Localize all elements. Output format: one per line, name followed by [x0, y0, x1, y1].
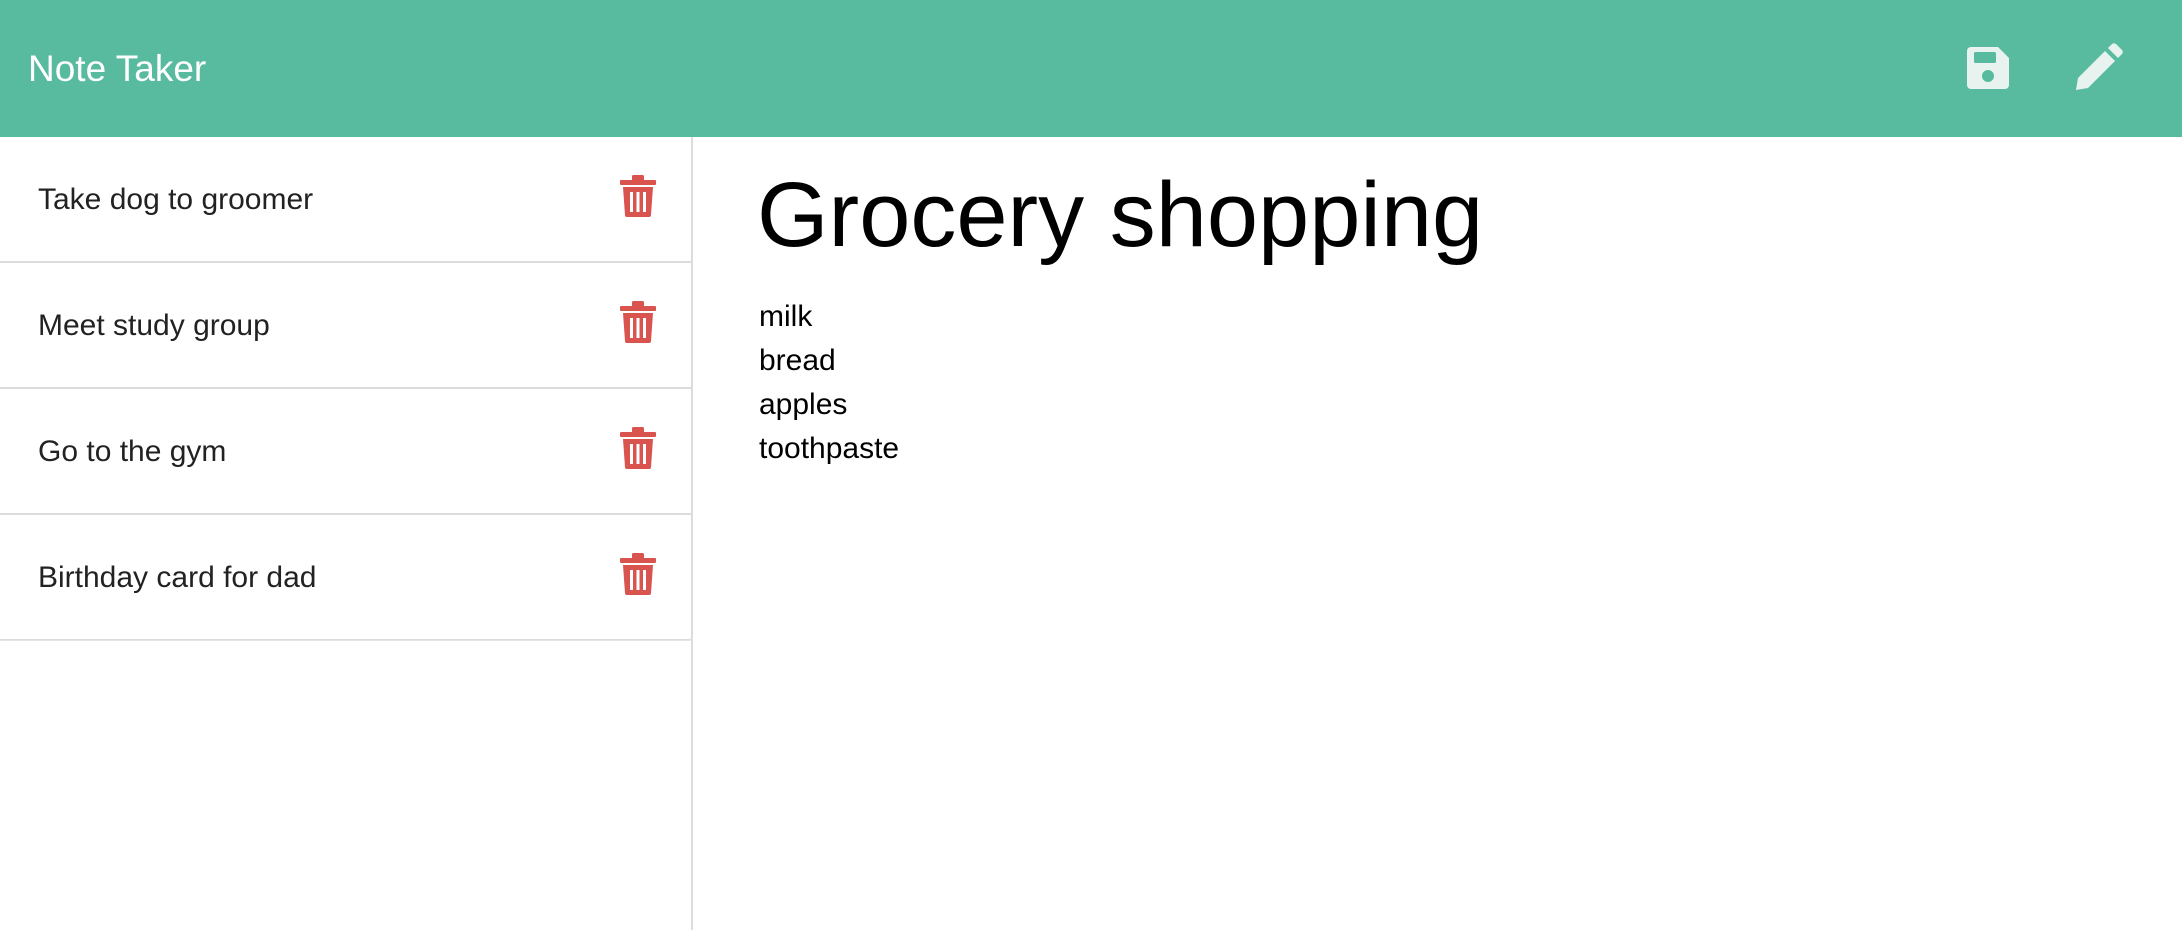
note-list-item[interactable]: Go to the gym — [0, 389, 692, 515]
trash-icon[interactable] — [620, 175, 656, 217]
trash-icon[interactable] — [620, 553, 656, 595]
note-list-item-title[interactable]: Birthday card for dad — [38, 515, 316, 641]
note-list-item[interactable]: Meet study group — [0, 263, 692, 389]
note-list-item-title[interactable]: Meet study group — [38, 263, 270, 389]
note-list-item[interactable]: Birthday card for dad — [0, 515, 692, 639]
note-body[interactable]: milk bread apples toothpaste — [759, 295, 899, 471]
note-list-item-title[interactable]: Go to the gym — [38, 389, 226, 515]
note-list: Take dog to groomer Meet study group Go … — [0, 137, 693, 640]
save-note-button[interactable] — [1958, 38, 2018, 98]
note-list-item-title[interactable]: Take dog to groomer — [38, 137, 313, 263]
note-editor: Grocery shopping milk bread apples tooth… — [693, 137, 2182, 930]
new-note-button[interactable] — [2068, 38, 2128, 98]
notes-sidebar: Take dog to groomer Meet study group Go … — [0, 137, 693, 930]
app-title[interactable]: Note Taker — [28, 0, 206, 137]
note-list-item[interactable]: Take dog to groomer — [0, 137, 692, 263]
trash-icon[interactable] — [620, 427, 656, 469]
trash-icon[interactable] — [620, 301, 656, 343]
navbar: Note Taker — [0, 0, 2182, 137]
pencil-icon — [2076, 43, 2123, 90]
floppy-disk-icon — [1967, 47, 2009, 89]
note-title[interactable]: Grocery shopping — [757, 164, 1483, 266]
